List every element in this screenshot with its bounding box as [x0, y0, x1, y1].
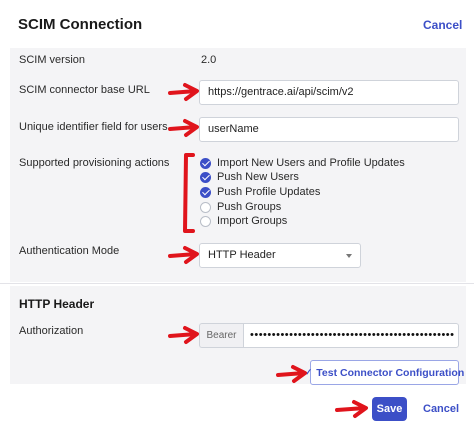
chevron-down-icon [346, 254, 352, 258]
checkbox-import-groups[interactable]: Import Groups [200, 214, 287, 228]
unique-id-label: Unique identifier field for users [19, 121, 168, 133]
scim-connection-dialog: SCIM Connection Cancel SCIM version 2.0 … [0, 0, 474, 443]
save-button[interactable]: Save [372, 397, 407, 421]
auth-mode-select[interactable]: HTTP Header [199, 243, 361, 268]
check-icon[interactable] [200, 171, 211, 183]
authorization-field: Bearer •••••••••••••••••••••••••••••••••… [199, 323, 459, 348]
unique-id-input[interactable]: userName [199, 117, 459, 142]
red-arrow-icon [335, 400, 368, 418]
bearer-prefix: Bearer [199, 323, 243, 348]
section-divider [0, 283, 474, 284]
checkbox-label: Push Groups [217, 201, 282, 213]
check-icon: ✓ [304, 367, 313, 377]
scim-version-value: 2.0 [201, 54, 217, 66]
checkbox-push-groups[interactable]: Push Groups [200, 200, 281, 214]
authorization-token-input[interactable]: ••••••••••••••••••••••••••••••••••••••••… [243, 323, 459, 348]
header-cancel-link[interactable]: Cancel [423, 18, 462, 32]
http-header-title: HTTP Header [19, 297, 95, 311]
check-icon[interactable] [200, 157, 211, 169]
base-url-label: SCIM connector base URL [19, 84, 150, 96]
checkbox-label: Push Profile Updates [217, 186, 321, 198]
checkbox-label: Import New Users and Profile Updates [217, 157, 405, 169]
test-connector-button[interactable]: ✓ Test Connector Configuration [305, 360, 464, 385]
footer-cancel-link[interactable]: Cancel [423, 403, 459, 415]
base-url-input[interactable]: https://gentrace.ai/api/scim/v2 [199, 80, 459, 105]
scim-version-label: SCIM version [19, 54, 86, 66]
checkbox-push-new-users[interactable]: Push New Users [200, 170, 299, 184]
dialog-title: SCIM Connection [18, 16, 143, 33]
authorization-label: Authorization [19, 325, 84, 337]
test-connector-label: Test Connector Configuration [316, 366, 465, 379]
checkbox-push-profile-updates[interactable]: Push Profile Updates [200, 185, 320, 199]
provisioning-label: Supported provisioning actions [19, 157, 170, 169]
checkbox-import-new-users[interactable]: Import New Users and Profile Updates [200, 156, 405, 170]
unchecked-box-icon[interactable] [200, 215, 211, 227]
check-icon[interactable] [200, 186, 211, 198]
checkbox-label: Import Groups [217, 215, 288, 227]
unchecked-box-icon[interactable] [200, 201, 211, 213]
auth-mode-value: HTTP Header [208, 249, 276, 261]
auth-mode-label: Authentication Mode [19, 245, 120, 257]
checkbox-label: Push New Users [217, 171, 299, 183]
